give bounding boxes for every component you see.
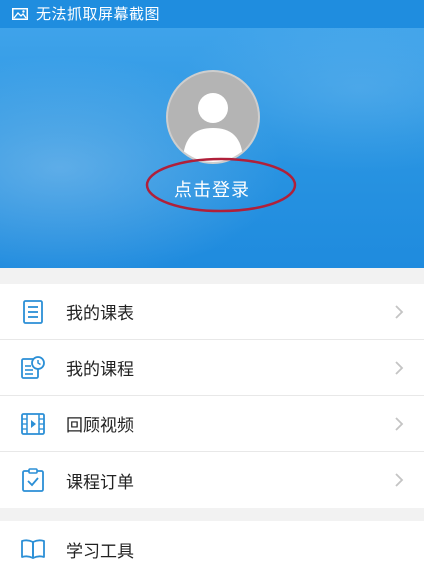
menu-item-my-courses[interactable]: 我的课程 — [0, 340, 424, 396]
login-link[interactable]: 点击登录 — [0, 176, 424, 202]
status-text: 无法抓取屏幕截图 — [36, 5, 161, 23]
chevron-right-icon — [395, 304, 404, 319]
book-icon — [21, 539, 45, 559]
menu-item-label: 回顾视频 — [66, 416, 134, 436]
menu-item-label: 课程订单 — [66, 472, 134, 493]
default-avatar-icon[interactable] — [166, 70, 260, 164]
course-clock-icon — [21, 355, 45, 379]
schedule-icon — [23, 299, 43, 324]
chevron-right-icon — [395, 416, 404, 431]
app-screen: 无法抓取屏幕截图 点击登录 我的课表 我的课程 回顾视频 课程订单 学习工具 — [0, 0, 424, 566]
tools-list: 学习工具 — [0, 521, 424, 566]
order-clipboard-icon — [22, 468, 44, 492]
status-bar: 无法抓取屏幕截图 — [0, 0, 424, 28]
chevron-right-icon — [395, 360, 404, 375]
person-silhouette-icon — [183, 93, 243, 162]
menu-item-label: 我的课程 — [66, 360, 134, 380]
menu-item-course-orders[interactable]: 课程订单 — [0, 452, 424, 508]
chevron-right-icon — [395, 473, 404, 487]
film-icon — [21, 412, 45, 435]
menu-item-study-tools[interactable]: 学习工具 — [0, 521, 424, 566]
menu-item-label: 我的课表 — [66, 304, 134, 324]
profile-header: 点击登录 — [0, 28, 424, 268]
image-icon — [12, 8, 28, 20]
menu-item-my-schedule[interactable]: 我的课表 — [0, 284, 424, 340]
menu-item-review-videos[interactable]: 回顾视频 — [0, 396, 424, 452]
menu-item-label: 学习工具 — [66, 541, 134, 562]
menu-list: 我的课表 我的课程 回顾视频 课程订单 — [0, 284, 424, 508]
